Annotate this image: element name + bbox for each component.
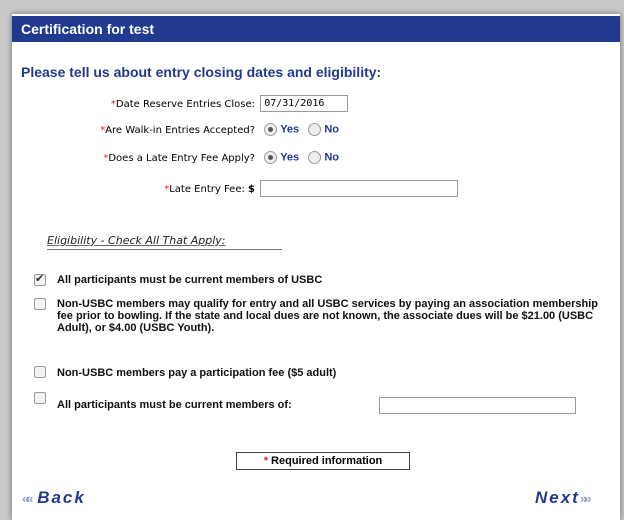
walk-in-yes-radio[interactable] <box>264 123 278 136</box>
reserve-close-label: Date Reserve Entries Close: <box>115 98 255 110</box>
certification-panel: Certification for test Please tell us ab… <box>12 14 620 520</box>
association-fee-checkbox[interactable] <box>34 298 46 310</box>
currency-symbol: $ <box>248 183 255 195</box>
late-fee-label: Late Entry Fee: <box>169 183 245 195</box>
late-fee-apply-label: Does a Late Entry Fee Apply? <box>108 152 255 164</box>
panel-header: Certification for test <box>12 16 620 42</box>
walk-in-no-label: No <box>324 123 340 136</box>
late-fee-input[interactable] <box>260 180 459 197</box>
walk-in-label: Are Walk-in Entries Accepted? <box>105 124 255 136</box>
late-fee-apply-row: *Does a Late Entry Fee Apply? Yes No <box>52 151 339 164</box>
usbc-members-checkbox[interactable] <box>34 272 46 286</box>
next-button[interactable]: Next»» <box>535 488 592 508</box>
next-label: Next <box>535 488 580 507</box>
panel-title: Certification for test <box>21 21 155 37</box>
reserve-close-date-input[interactable] <box>260 95 349 112</box>
late-fee-yes-label: Yes <box>280 151 300 164</box>
reserve-close-row: *Date Reserve Entries Close: <box>52 95 349 112</box>
eligibility-heading: Eligibility - Check All That Apply: <box>47 234 282 250</box>
members-of-input[interactable] <box>379 397 576 414</box>
walk-in-row: *Are Walk-in Entries Accepted? Yes No <box>52 123 339 136</box>
usbc-members-label: All participants must be current members… <box>57 274 323 286</box>
back-button[interactable]: «« Back <box>22 488 86 508</box>
members-of-label: All participants must be current members… <box>57 399 292 411</box>
late-fee-row: *Late Entry Fee: $ <box>52 180 459 197</box>
next-arrow-icon: » <box>584 491 591 506</box>
members-of-checkbox[interactable] <box>34 392 46 404</box>
required-asterisk: * <box>263 455 268 467</box>
back-label: Back <box>37 488 86 507</box>
section-intro: Please tell us about entry closing dates… <box>21 64 382 80</box>
walk-in-yes-label: Yes <box>280 123 300 136</box>
late-fee-no-radio[interactable] <box>308 151 322 164</box>
back-arrow-icon: « <box>26 491 33 506</box>
walk-in-no-radio[interactable] <box>308 123 322 136</box>
late-fee-no-label: No <box>324 151 340 164</box>
participation-fee-checkbox[interactable] <box>34 366 46 378</box>
required-legend-text: Required information <box>271 455 383 467</box>
late-fee-yes-radio[interactable] <box>264 151 278 164</box>
participation-fee-label: Non-USBC members pay a participation fee… <box>57 367 337 379</box>
required-legend: * Required information <box>236 452 410 470</box>
association-fee-label: Non-USBC members may qualify for entry a… <box>57 298 598 334</box>
